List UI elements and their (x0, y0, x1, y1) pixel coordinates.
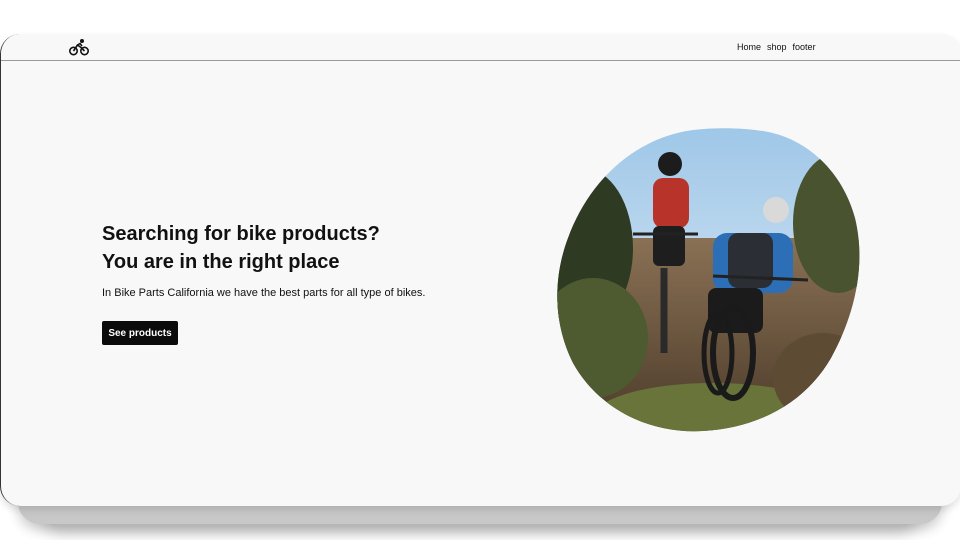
nav-link-shop[interactable]: shop (767, 42, 787, 52)
nav-links: Home shop footer (737, 42, 816, 52)
bicycle-rider-icon[interactable] (69, 38, 89, 56)
hero-image-mountain-bikers (557, 128, 860, 432)
hero-description: In Bike Parts California we have the bes… (102, 287, 426, 299)
browser-window: Home shop footer Searching for bike prod… (0, 34, 960, 506)
nav-link-home[interactable]: Home (737, 42, 761, 52)
hero-title-line-2: You are in the right place (102, 251, 340, 273)
hero-title-line-1: Searching for bike products? (102, 223, 380, 245)
see-products-button[interactable]: See products (102, 321, 178, 345)
navbar: Home shop footer (1, 34, 960, 61)
hero-title: Searching for bike products? You are in … (102, 220, 522, 276)
nav-link-footer[interactable]: footer (793, 42, 816, 52)
